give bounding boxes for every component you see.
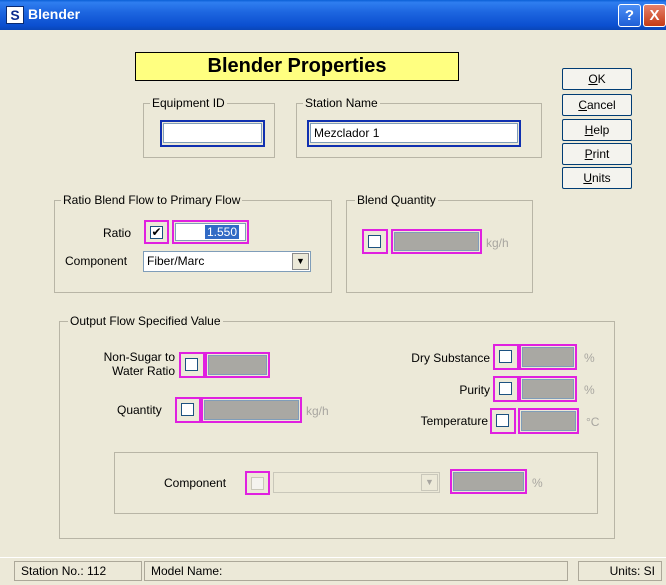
window-title: Blender	[28, 6, 81, 22]
title-bar[interactable]: S Blender ? X	[0, 0, 666, 30]
dry-substance-unit: %	[584, 351, 595, 365]
units-button[interactable]: Units	[562, 167, 632, 189]
output-component-input[interactable]	[453, 472, 524, 491]
blend-quantity-unit: kg/h	[486, 236, 509, 250]
cancel-button[interactable]: Cancel	[562, 94, 632, 116]
station-name-label: Station Name	[303, 96, 380, 110]
component-select[interactable]: Fiber/Marc ▼	[143, 251, 311, 272]
output-component-label: Component	[164, 476, 227, 490]
dry-substance-checkbox[interactable]	[499, 350, 512, 363]
model-name-status: Model Name:	[144, 561, 568, 581]
help-title-button[interactable]: ?	[618, 4, 641, 27]
ok-button[interactable]: OK	[562, 68, 632, 90]
page-title-banner: Blender Properties	[135, 52, 459, 81]
chevron-down-icon[interactable]: ▼	[292, 253, 309, 270]
status-bar: Station No.: 112 Model Name: Units: SI	[0, 557, 666, 585]
quantity-unit: kg/h	[306, 404, 329, 418]
ratio-value: 1.550	[204, 225, 239, 239]
purity-input[interactable]	[522, 379, 574, 399]
non-sugar-label: Non-Sugar to Water Ratio	[103, 350, 175, 378]
checkmark-icon: ✔	[151, 225, 162, 239]
units-status: Units: SI	[578, 561, 662, 581]
output-component-unit: %	[532, 476, 543, 490]
station-name-value: Mezclador 1	[314, 126, 380, 140]
ratio-blend-label: Ratio Blend Flow to Primary Flow	[61, 193, 243, 207]
temperature-input[interactable]	[521, 411, 576, 431]
blend-quantity-label: Blend Quantity	[355, 193, 438, 207]
non-sugar-input[interactable]	[208, 355, 267, 375]
ratio-checkbox[interactable]: ✔	[150, 226, 163, 239]
ratio-label: Ratio	[103, 226, 132, 240]
station-name-input[interactable]: Mezclador 1	[310, 123, 518, 143]
temperature-checkbox[interactable]	[496, 414, 509, 427]
dry-substance-label: Dry Substance	[411, 351, 490, 365]
chevron-down-icon[interactable]: ▼	[421, 474, 438, 491]
ratio-blend-group: Ratio Blend Flow to Primary Flow	[54, 193, 332, 293]
print-button[interactable]: Print	[562, 143, 632, 165]
blender-dialog: S Blender ? X Blender Properties OK Canc…	[0, 0, 666, 585]
temperature-label: Temperature	[420, 414, 488, 428]
equipment-id-label: Equipment ID	[150, 96, 227, 110]
purity-unit: %	[584, 383, 595, 397]
close-button[interactable]: X	[643, 4, 666, 27]
station-number-status: Station No.: 112	[14, 561, 142, 581]
app-icon: S	[6, 6, 24, 24]
component-label: Component	[65, 254, 128, 268]
ratio-input[interactable]: 1.550	[175, 223, 246, 241]
output-component-checkbox[interactable]	[251, 477, 264, 490]
equipment-id-input[interactable]	[163, 123, 262, 143]
quantity-checkbox[interactable]	[181, 403, 194, 416]
quantity-label: Quantity	[117, 403, 162, 417]
help-button[interactable]: Help	[562, 119, 632, 141]
quantity-input[interactable]	[204, 400, 299, 420]
output-flow-label: Output Flow Specified Value	[68, 314, 223, 328]
non-sugar-checkbox[interactable]	[185, 358, 198, 371]
purity-label: Purity	[459, 383, 490, 397]
temperature-unit: °C	[586, 415, 600, 429]
purity-checkbox[interactable]	[499, 382, 512, 395]
output-component-select[interactable]: ▼	[273, 472, 440, 493]
component-select-value: Fiber/Marc	[147, 254, 205, 268]
blend-quantity-checkbox[interactable]	[368, 235, 381, 248]
blend-quantity-input[interactable]	[394, 232, 479, 251]
dry-substance-input[interactable]	[522, 347, 574, 367]
